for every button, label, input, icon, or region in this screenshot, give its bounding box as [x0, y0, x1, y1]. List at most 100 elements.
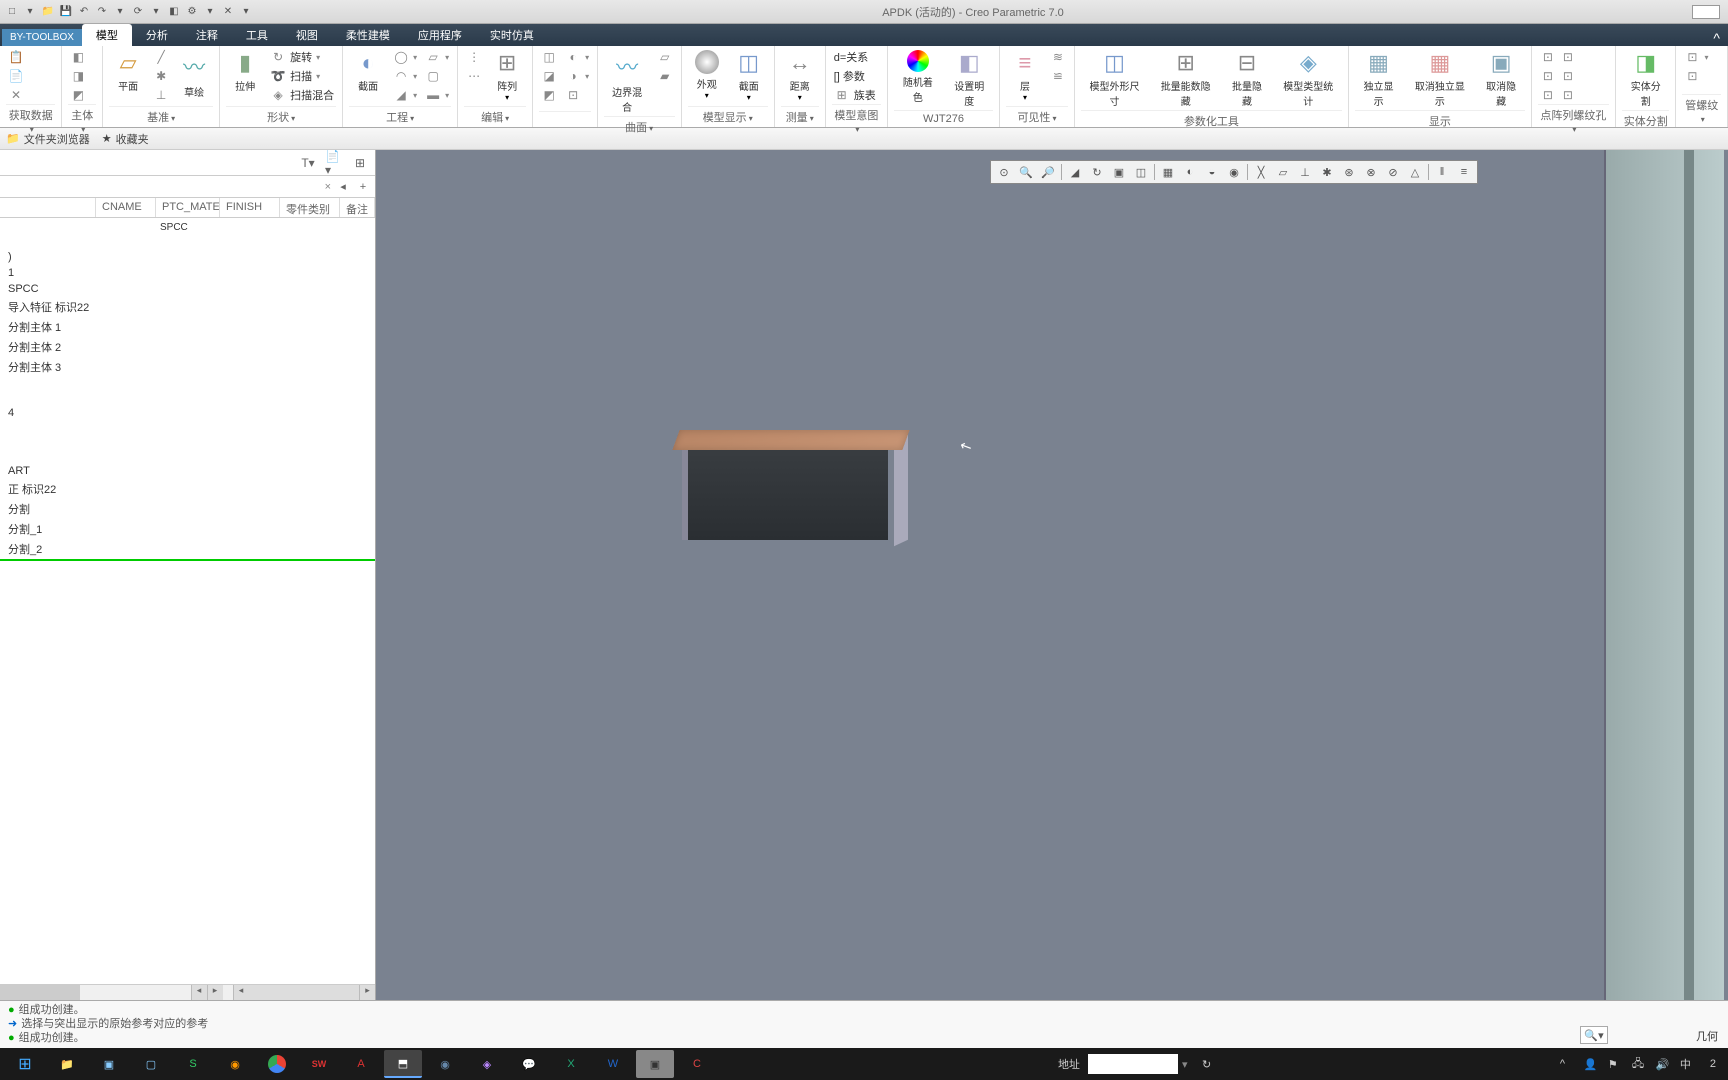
paste-button[interactable]: 📄	[6, 67, 26, 85]
regenerate-icon[interactable]: ▾	[112, 4, 128, 20]
pa-icon3[interactable]: ⊡⊡	[1538, 86, 1578, 104]
address-input[interactable]	[1088, 1054, 1178, 1074]
col-finish[interactable]: FINISH	[220, 198, 280, 217]
regen-icon[interactable]: ⟳	[130, 4, 146, 20]
hole-button[interactable]: ◯	[391, 48, 419, 66]
scroll-right-icon[interactable]: ▸	[207, 985, 223, 1000]
scroll-left-icon[interactable]: ◂	[191, 985, 207, 1000]
excel-icon[interactable]: X	[552, 1050, 590, 1078]
tray-ime-icon[interactable]: 中	[1680, 1056, 1696, 1072]
tab-prev-icon[interactable]: ◂	[335, 180, 351, 193]
t1-icon[interactable]: ⊗	[1362, 163, 1380, 181]
word-icon[interactable]: W	[594, 1050, 632, 1078]
parameters-button[interactable]: [] 参数	[832, 67, 878, 85]
cancelhide-button[interactable]: ▣取消隐藏	[1477, 48, 1524, 110]
persp-icon[interactable]: ▦	[1159, 163, 1177, 181]
modelstat-button[interactable]: ◈模型类型统计	[1275, 48, 1342, 110]
tab-add-icon[interactable]: +	[355, 181, 371, 193]
round-button[interactable]: ◠	[391, 67, 419, 85]
randomcolor-button[interactable]: 随机着色	[894, 48, 941, 106]
scroll2-left-icon[interactable]: ◂	[233, 985, 249, 1000]
tab-analysis[interactable]: 分析	[132, 24, 182, 46]
tree-item[interactable]: SPCC	[0, 281, 375, 297]
redo-icon[interactable]: ↷	[94, 4, 110, 20]
refit-icon[interactable]: ⊙	[995, 163, 1013, 181]
transparency-button[interactable]: ◧设置明度	[946, 48, 993, 110]
tab-close-icon[interactable]: ×	[325, 181, 331, 193]
layer-button[interactable]: ≡层▾	[1006, 48, 1044, 104]
tree-item[interactable]: 4	[0, 405, 375, 421]
familytable-button[interactable]: ⊞族表	[832, 86, 878, 104]
body-icon2[interactable]: ◨	[68, 67, 88, 85]
address-go-icon[interactable]: ▾	[1182, 1058, 1198, 1071]
datum-point-icon[interactable]: ✱	[1318, 163, 1336, 181]
app-icon-6[interactable]: ▣	[636, 1050, 674, 1078]
tab-tools[interactable]: 工具	[232, 24, 282, 46]
x-icon[interactable]: ✕	[220, 4, 236, 20]
find-button[interactable]: 🔍▾	[1580, 1026, 1608, 1044]
wechat-icon[interactable]: 💬	[510, 1050, 548, 1078]
distance-button[interactable]: ↔距离▾	[781, 48, 819, 104]
save-icon[interactable]: 💾	[58, 4, 74, 20]
folder-icon[interactable]: 📁	[40, 4, 56, 20]
tray-vol-icon[interactable]: 🔊	[1656, 1058, 1672, 1071]
revolve-button[interactable]: ↻旋转	[268, 48, 336, 66]
tree-item-split2[interactable]: 分割主体 2	[0, 337, 375, 357]
app-icon-2[interactable]: ▢	[132, 1050, 170, 1078]
axis-button[interactable]: ╱	[151, 48, 171, 66]
tab-flexmodel[interactable]: 柔性建模	[332, 24, 404, 46]
pattern-icon1[interactable]: ⋮	[464, 48, 484, 66]
solidworks-icon[interactable]: SW	[300, 1050, 338, 1078]
filter-icon[interactable]: T▾	[299, 154, 317, 172]
app-icon-5[interactable]: ◉	[426, 1050, 464, 1078]
tree-item[interactable]: 分割_1	[0, 519, 375, 539]
edit-icon5[interactable]: ◑	[563, 67, 591, 85]
tab-simulate[interactable]: 实时仿真	[476, 24, 548, 46]
tab-view[interactable]: 视图	[282, 24, 332, 46]
chamfer-button[interactable]: ◢	[391, 86, 419, 104]
selection-filter[interactable]: 几何	[1696, 1028, 1718, 1044]
new-icon[interactable]: □	[4, 4, 20, 20]
toolbox-tab[interactable]: BY-TOOLBOX	[2, 29, 82, 46]
shell-button[interactable]: ▢	[423, 67, 451, 85]
res-icon1[interactable]: ⊡	[1682, 48, 1710, 66]
datum-csys-icon[interactable]: ⊥	[1296, 163, 1314, 181]
settings-tree-icon[interactable]: ⊞	[351, 154, 369, 172]
tree-item-selected[interactable]: 分割_2	[0, 539, 375, 561]
appearance-button[interactable]: 外观▾	[688, 48, 726, 102]
vis-icon1[interactable]: ≋	[1048, 48, 1068, 66]
nav-hscroll[interactable]: ◂ ▸ ◂ ▸	[0, 984, 375, 1000]
tree-item-split3[interactable]: 分割主体 3	[0, 357, 375, 377]
paste-special-button[interactable]: ✕	[6, 86, 26, 104]
t2-icon[interactable]: ⊘	[1384, 163, 1402, 181]
tray-up-icon[interactable]: ^	[1560, 1058, 1576, 1070]
tray-shield-icon[interactable]: ⚑	[1608, 1058, 1624, 1071]
settings-icon[interactable]: ⚙	[184, 4, 200, 20]
modelsize-button[interactable]: ◫模型外形尺寸	[1081, 48, 1148, 110]
pa-icon2[interactable]: ⊡⊡	[1538, 67, 1578, 85]
zoomout-icon[interactable]: 🔎	[1039, 163, 1057, 181]
close-win-icon[interactable]: ▾	[148, 4, 164, 20]
t3-icon[interactable]: △	[1406, 163, 1424, 181]
minimize-ribbon-icon[interactable]	[1692, 5, 1720, 19]
render-icon[interactable]: ◒	[1203, 163, 1221, 181]
tree-item-art[interactable]: ART	[0, 463, 375, 479]
datum-axis-icon[interactable]: ╳	[1252, 163, 1270, 181]
start-button[interactable]: ⊞	[6, 1050, 44, 1078]
tray-time[interactable]: 2	[1704, 1058, 1722, 1070]
scroll-thumb[interactable]	[0, 985, 80, 1000]
draft-button[interactable]: ▱	[423, 48, 451, 66]
ribbon-expand-icon[interactable]: ^	[1705, 30, 1728, 46]
plane-button[interactable]: ▱平面	[109, 48, 147, 95]
col-cname[interactable]: CNAME	[96, 198, 156, 217]
pattern-icon2[interactable]: ⋯	[464, 67, 484, 85]
datum-plane-icon[interactable]: ▱	[1274, 163, 1292, 181]
orient-icon[interactable]: ◢	[1066, 163, 1084, 181]
profile-button[interactable]: ◐截面	[349, 48, 387, 95]
namview-icon[interactable]: ▣	[1110, 163, 1128, 181]
creo-task-icon[interactable]: ⬒	[384, 1050, 422, 1078]
model-geometry-main[interactable]	[676, 420, 916, 570]
show-icon[interactable]: 📄▾	[325, 154, 343, 172]
tree-item[interactable]: 正 标识22	[0, 479, 375, 499]
copy-button[interactable]: 📋	[6, 48, 26, 66]
